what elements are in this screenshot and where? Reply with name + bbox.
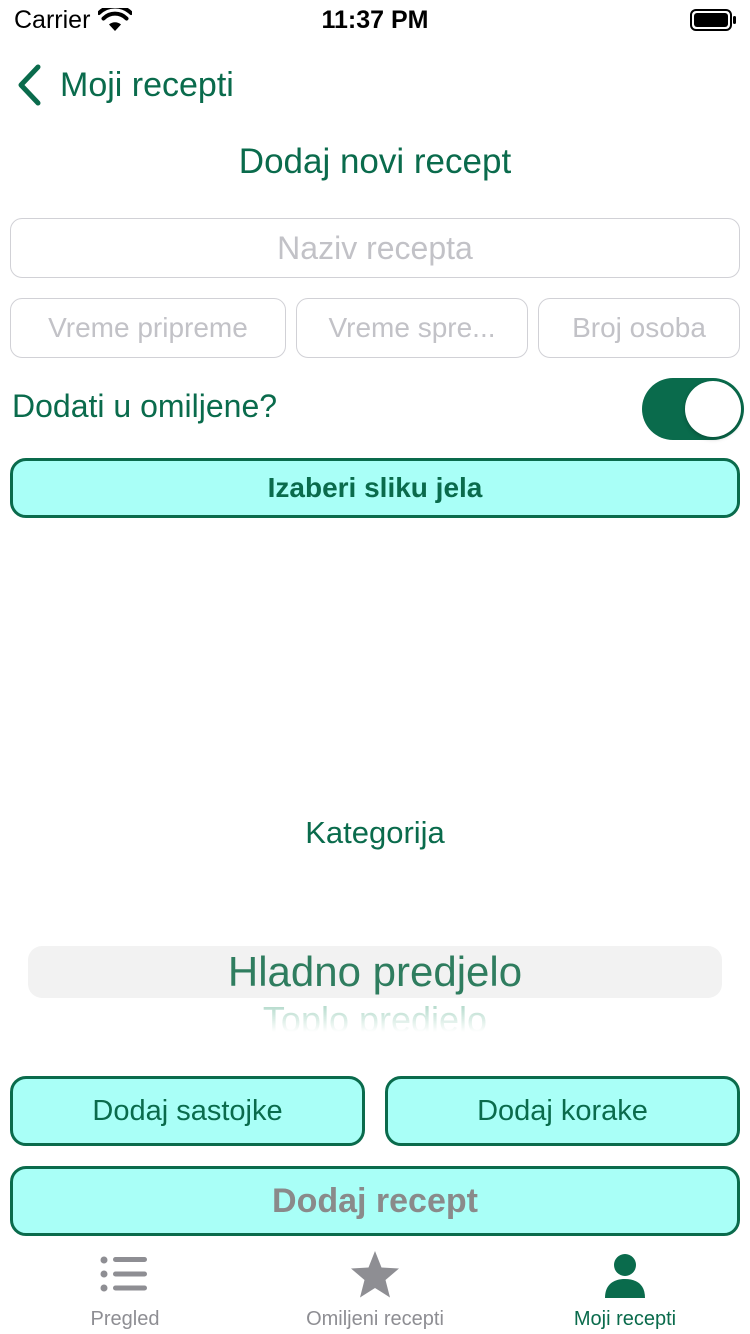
toggle-knob [685, 381, 741, 437]
tab-my-recipes[interactable]: Moji recepti [500, 1236, 750, 1334]
tab-bar: Pregled Omiljeni recepti Moji recepti [0, 1236, 750, 1334]
battery-icon [690, 9, 736, 31]
chevron-left-icon [18, 64, 41, 106]
person-icon [605, 1254, 645, 1298]
category-label: Kategorija [305, 815, 445, 850]
category-picker-selected[interactable]: Hladno predjelo [0, 948, 750, 996]
recipe-name-input[interactable]: Naziv recepta [10, 218, 740, 278]
add-ingredients-button[interactable]: Dodaj sastojke [10, 1076, 365, 1146]
tab-label: Pregled [90, 1308, 160, 1330]
prep-time-input[interactable]: Vreme pripreme [10, 298, 286, 358]
favorite-label: Dodati u omiljene? [12, 388, 278, 424]
page-title: Dodaj novi recept [238, 142, 512, 181]
tab-overview[interactable]: Pregled [0, 1236, 250, 1334]
back-label: Moji recepti [60, 65, 234, 104]
tab-favorites[interactable]: Omiljeni recepti [250, 1236, 500, 1334]
list-icon [100, 1256, 147, 1292]
cook-time-input[interactable]: Vreme spre... [296, 298, 528, 358]
clock: 11:37 PM [321, 6, 429, 34]
add-recipe-screen: Carrier 11:37 PM Moji recepti Dodaj novi… [0, 0, 750, 1334]
category-picker-option[interactable]: Toplo predjelo [0, 1000, 750, 1032]
favorite-toggle[interactable] [642, 378, 744, 440]
add-steps-button[interactable]: Dodaj korake [385, 1076, 740, 1146]
tab-label: Omiljeni recepti [306, 1308, 444, 1330]
add-recipe-button[interactable]: Dodaj recept [10, 1166, 740, 1236]
tab-label: Moji recepti [573, 1308, 677, 1330]
star-icon [351, 1251, 399, 1298]
back-button[interactable]: Moji recepti [14, 60, 234, 110]
status-bar: Carrier 11:37 PM [0, 0, 750, 40]
choose-image-button[interactable]: Izaberi sliku jela [10, 458, 740, 518]
persons-input[interactable]: Broj osoba [538, 298, 740, 358]
